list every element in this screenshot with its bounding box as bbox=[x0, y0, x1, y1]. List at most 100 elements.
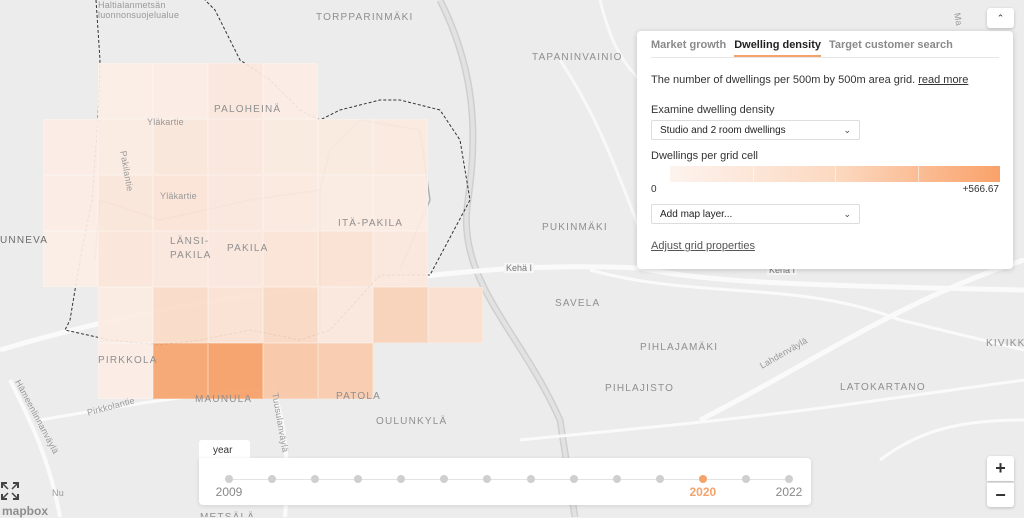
legend-gradient bbox=[670, 166, 1000, 182]
zoom-out-button[interactable]: − bbox=[987, 482, 1014, 507]
legend-min: 0 bbox=[651, 184, 657, 195]
place-label: TORPPARINMÄKI bbox=[316, 12, 414, 23]
place-label: KIVIKK bbox=[986, 338, 1024, 349]
grid-cell[interactable] bbox=[98, 63, 153, 119]
place-label: TAPANINVAINIO bbox=[532, 52, 623, 63]
place-label: Yläkartie bbox=[160, 191, 197, 201]
place-label: LÄNSI- bbox=[170, 236, 210, 247]
place-label: UNNEVA bbox=[0, 235, 49, 246]
place-label: luonnonsuojelualue bbox=[98, 10, 180, 20]
timeline-dot[interactable] bbox=[526, 475, 535, 483]
timeline-dot[interactable] bbox=[268, 475, 277, 483]
legend-ticks: 0 +566.67 bbox=[651, 184, 999, 195]
year-timeline: 2009 2020 2022 bbox=[199, 458, 811, 505]
timeline-year-label[interactable]: 2022 bbox=[776, 485, 803, 499]
grid-cell[interactable] bbox=[263, 175, 318, 231]
place-label: Nu bbox=[52, 488, 64, 498]
description-text: The number of dwellings per 500m by 500m… bbox=[651, 74, 916, 86]
place-label: PUKINMÄKI bbox=[542, 222, 608, 233]
timeline-dot[interactable] bbox=[440, 475, 449, 483]
grid-cell[interactable] bbox=[208, 231, 263, 287]
grid-cell[interactable] bbox=[153, 287, 208, 343]
grid-cell[interactable] bbox=[208, 287, 263, 343]
panel-tabs: Market growth Dwelling density Target cu… bbox=[651, 31, 999, 58]
grid-cell[interactable] bbox=[428, 287, 483, 343]
place-label: PIHLAJISTO bbox=[605, 383, 675, 394]
place-label: Yläkartie bbox=[147, 117, 184, 127]
place-label: OULUNKYLÄ bbox=[376, 416, 448, 427]
place-label: Haltialanmetsän bbox=[98, 0, 166, 10]
timeline-dot[interactable] bbox=[698, 475, 707, 483]
examine-label: Examine dwelling density bbox=[651, 104, 775, 116]
grid-cell[interactable] bbox=[98, 343, 153, 399]
panel-description: The number of dwellings per 500m by 500m… bbox=[651, 74, 999, 86]
grid-cell[interactable] bbox=[263, 119, 318, 175]
timeline-dot[interactable] bbox=[612, 475, 621, 483]
examine-select-value: Studio and 2 room dwellings bbox=[660, 124, 786, 136]
grid-cell[interactable] bbox=[98, 231, 153, 287]
place-label: MAUNULA bbox=[195, 394, 253, 405]
place-label: PAKILA bbox=[170, 250, 212, 261]
tab-target-customer-search[interactable]: Target customer search bbox=[829, 39, 953, 57]
road-shield-kehä-i: Kehä I bbox=[504, 263, 535, 273]
grid-cell[interactable] bbox=[263, 287, 318, 343]
grid-cell[interactable] bbox=[153, 175, 208, 231]
grid-cell[interactable] bbox=[318, 231, 373, 287]
grid-cell[interactable] bbox=[373, 231, 428, 287]
grid-cell[interactable] bbox=[153, 119, 208, 175]
place-label: PALOHEINÄ bbox=[214, 104, 282, 115]
grid-cell[interactable] bbox=[208, 119, 263, 175]
grid-cell[interactable] bbox=[318, 119, 373, 175]
add-layer-value: Add map layer... bbox=[660, 208, 733, 220]
legend-label: Dwellings per grid cell bbox=[651, 150, 758, 162]
place-label: PATOLA bbox=[336, 391, 381, 402]
add-layer-select[interactable]: Add map layer... ⌄ bbox=[651, 204, 860, 224]
place-label: LATOKARTANO bbox=[840, 382, 926, 393]
chevron-down-icon: ⌄ bbox=[843, 208, 851, 219]
info-panel: Market growth Dwelling density Target cu… bbox=[637, 31, 1013, 269]
chevron-down-icon: ⌄ bbox=[843, 124, 851, 135]
place-label: PAKILA bbox=[227, 243, 269, 254]
timeline-dot[interactable] bbox=[225, 475, 233, 483]
place-label: METSÄLÄ bbox=[200, 512, 255, 517]
timeline-dot[interactable] bbox=[354, 475, 363, 483]
grid-cell[interactable] bbox=[318, 287, 373, 343]
grid-cell[interactable] bbox=[43, 231, 98, 287]
timeline-dot[interactable] bbox=[785, 475, 793, 483]
tab-market-growth[interactable]: Market growth bbox=[651, 39, 726, 57]
grid-cell[interactable] bbox=[373, 119, 428, 175]
timeline-dot[interactable] bbox=[311, 475, 320, 483]
timeline-dot[interactable] bbox=[655, 475, 664, 483]
fullscreen-icon[interactable] bbox=[0, 481, 20, 501]
place-label: ITÄ-PAKILA bbox=[338, 218, 404, 229]
grid-cell[interactable] bbox=[263, 343, 318, 399]
zoom-in-button[interactable]: + bbox=[987, 456, 1014, 481]
tab-dwelling-density[interactable]: Dwelling density bbox=[734, 39, 821, 57]
adjust-grid-link[interactable]: Adjust grid properties bbox=[651, 240, 999, 252]
chevron-up-icon: ⌃ bbox=[996, 12, 1005, 23]
timeline-dot[interactable] bbox=[569, 475, 578, 483]
grid-cell[interactable] bbox=[43, 175, 98, 231]
timeline-dot[interactable] bbox=[483, 475, 492, 483]
grid-cell[interactable] bbox=[208, 343, 263, 399]
grid-cell[interactable] bbox=[263, 231, 318, 287]
place-label: SAVELA bbox=[555, 298, 601, 309]
place-label: Ma bbox=[952, 12, 965, 27]
grid-cell[interactable] bbox=[153, 343, 208, 399]
grid-cell[interactable] bbox=[153, 63, 208, 119]
examine-select[interactable]: Studio and 2 room dwellings ⌄ bbox=[651, 120, 860, 140]
read-more-link[interactable]: read more bbox=[918, 74, 968, 86]
timeline-tab: year bbox=[199, 440, 250, 460]
grid-cell[interactable] bbox=[98, 287, 153, 343]
collapse-panel-button[interactable]: ⌃ bbox=[987, 8, 1014, 28]
timeline-year-label[interactable]: 2009 bbox=[216, 485, 243, 499]
place-label: PIHLAJAMÄKI bbox=[640, 342, 719, 353]
timeline-year-label[interactable]: 2020 bbox=[689, 485, 716, 499]
timeline-dot[interactable] bbox=[397, 475, 406, 483]
grid-cell[interactable] bbox=[373, 287, 428, 343]
legend-max: +566.67 bbox=[962, 184, 999, 195]
timeline-dot[interactable] bbox=[741, 475, 750, 483]
grid-cell[interactable] bbox=[208, 175, 263, 231]
mapbox-logo: mapbox bbox=[2, 504, 49, 518]
grid-cell[interactable] bbox=[43, 119, 98, 175]
